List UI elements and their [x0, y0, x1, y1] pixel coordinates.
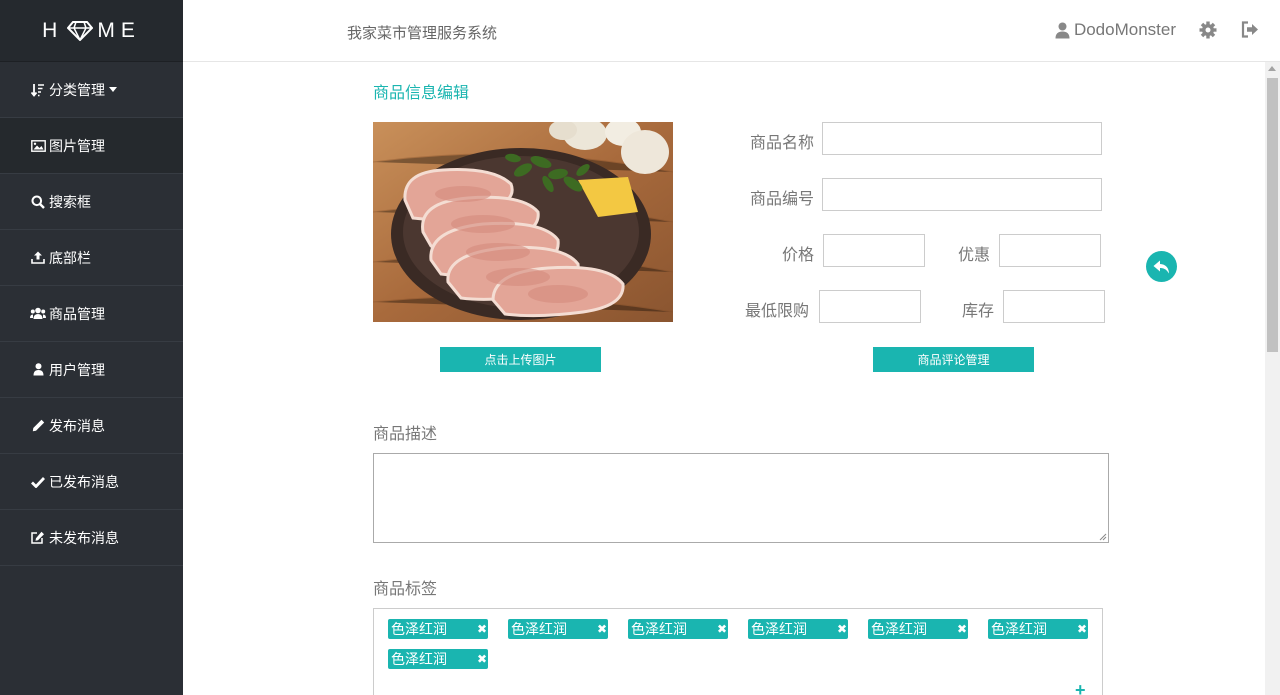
top-header: 我家菜市管理服务系统 DodoMonster [183, 0, 1280, 62]
price-input[interactable] [823, 234, 925, 267]
description-label: 商品描述 [373, 426, 438, 443]
main-content: 商品信息编辑 点击上传图片 商品评论管理 商品名称 商品编号 价格 优惠 最低限… [183, 62, 1265, 695]
logout-icon[interactable] [1241, 21, 1259, 43]
tag-chip: 色泽红润 ✖ [748, 619, 848, 639]
tag-label: 色泽红润 [631, 621, 687, 637]
close-icon[interactable]: ✖ [957, 619, 967, 639]
user-icon [1055, 22, 1070, 38]
sidebar-item-search[interactable]: 搜索框 [0, 174, 183, 230]
pencil-icon [30, 419, 46, 432]
user-icon [30, 363, 46, 376]
sidebar-item-label: 商品管理 [49, 305, 105, 322]
tag-label: 色泽红润 [391, 621, 447, 637]
product-code-input[interactable] [822, 178, 1102, 211]
sidebar-item-label: 已发布消息 [49, 473, 119, 490]
sidebar-item-label: 分类管理 [49, 81, 105, 98]
close-icon[interactable]: ✖ [1077, 619, 1087, 639]
tags-label: 商品标签 [373, 581, 438, 598]
product-name-input[interactable] [822, 122, 1102, 155]
discount-label: 优惠 [957, 247, 990, 264]
add-tag-button[interactable]: + [1075, 680, 1086, 695]
stock-input[interactable] [1003, 290, 1105, 323]
close-icon[interactable]: ✖ [717, 619, 727, 639]
sidebar-item-images[interactable]: 图片管理 [0, 118, 183, 174]
vertical-scrollbar[interactable] [1265, 62, 1280, 695]
sidebar-item-unpublished[interactable]: 未发布消息 [0, 510, 183, 566]
sort-icon [30, 83, 46, 97]
tag-chip: 色泽红润 ✖ [508, 619, 608, 639]
sidebar-item-label: 用户管理 [49, 361, 105, 378]
sidebar: H ME 分类管理 图片管理 搜索框 底部栏 商品管理 用户管理 发布消息 已发… [0, 0, 183, 695]
users-icon [30, 307, 46, 320]
tag-chip: 色泽红润 ✖ [628, 619, 728, 639]
tag-chip: 色泽红润 ✖ [988, 619, 1088, 639]
stock-label: 库存 [961, 303, 994, 320]
min-purchase-label: 最低限购 [744, 303, 809, 320]
tag-chip: 色泽红润 ✖ [388, 619, 488, 639]
sidebar-item-users[interactable]: 用户管理 [0, 342, 183, 398]
reply-icon [1153, 260, 1169, 273]
sidebar-item-products[interactable]: 商品管理 [0, 286, 183, 342]
edit-icon [30, 531, 46, 544]
check-icon [30, 476, 46, 488]
sidebar-item-published[interactable]: 已发布消息 [0, 454, 183, 510]
close-icon[interactable]: ✖ [477, 619, 487, 639]
username: DodoMonster [1073, 20, 1176, 39]
upload-image-button[interactable]: 点击上传图片 [440, 347, 601, 372]
sidebar-item-category[interactable]: 分类管理 [0, 62, 183, 118]
min-purchase-input[interactable] [819, 290, 921, 323]
review-management-button[interactable]: 商品评论管理 [873, 347, 1034, 372]
tag-chip: 色泽红润 ✖ [388, 649, 488, 669]
discount-input[interactable] [999, 234, 1101, 267]
sidebar-item-publish[interactable]: 发布消息 [0, 398, 183, 454]
caret-down-icon [109, 87, 117, 92]
tag-label: 色泽红润 [511, 621, 567, 637]
scroll-up-arrow-icon[interactable] [1268, 66, 1276, 71]
sidebar-item-footer[interactable]: 底部栏 [0, 230, 183, 286]
search-icon [30, 195, 46, 209]
close-icon[interactable]: ✖ [837, 619, 847, 639]
image-icon [30, 139, 46, 152]
description-textarea[interactable] [373, 453, 1109, 543]
system-title: 我家菜市管理服务系统 [347, 25, 498, 42]
scroll-thumb[interactable] [1267, 78, 1278, 352]
tag-label: 色泽红润 [871, 621, 927, 637]
back-reply-button[interactable] [1146, 251, 1177, 282]
resize-grip-icon[interactable] [1099, 533, 1107, 541]
price-label: 价格 [781, 247, 814, 264]
logo-text-left: H [42, 18, 64, 42]
page-title: 商品信息编辑 [373, 85, 470, 102]
logo[interactable]: H ME [0, 0, 183, 62]
close-icon[interactable]: ✖ [477, 649, 487, 669]
close-icon[interactable]: ✖ [597, 619, 607, 639]
sidebar-item-label: 搜索框 [49, 193, 91, 210]
diamond-icon [67, 20, 94, 41]
tag-label: 色泽红润 [751, 621, 807, 637]
sidebar-item-label: 未发布消息 [49, 529, 119, 546]
tag-label: 色泽红润 [991, 621, 1047, 637]
product-code-label: 商品编号 [749, 191, 814, 208]
user-menu[interactable]: DodoMonster [1055, 20, 1176, 40]
gear-icon[interactable] [1199, 21, 1217, 44]
product-name-label: 商品名称 [749, 135, 814, 152]
sidebar-item-label: 发布消息 [49, 417, 105, 434]
tag-label: 色泽红润 [391, 651, 447, 667]
logo-text-right: ME [97, 18, 141, 42]
tag-chip: 色泽红润 ✖ [868, 619, 968, 639]
sidebar-item-label: 底部栏 [49, 249, 91, 266]
upload-icon [30, 251, 46, 264]
sidebar-item-label: 图片管理 [49, 137, 105, 154]
product-image [373, 122, 673, 322]
